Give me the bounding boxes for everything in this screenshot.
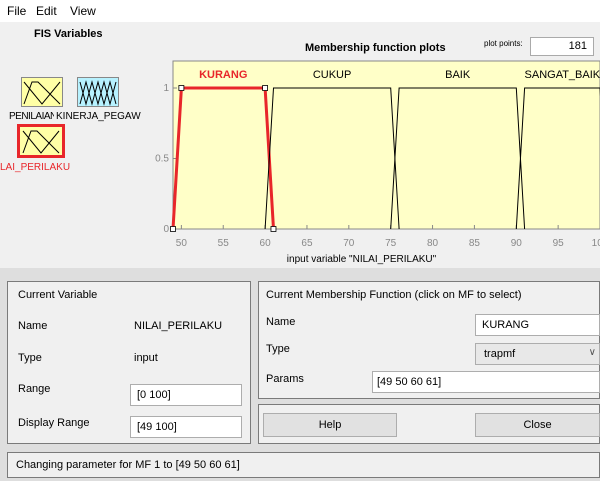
current-variable-header: Current Variable	[18, 289, 98, 301]
x-tick-label: 55	[218, 238, 230, 249]
plot-background	[172, 60, 600, 230]
mf-name-label: Name	[266, 316, 296, 328]
mf-label-baik: BAIK	[445, 69, 471, 81]
y-tick-label: 0.5	[155, 154, 169, 165]
range-label: Range	[18, 383, 51, 395]
x-tick-label: 95	[553, 238, 565, 249]
help-button[interactable]: Help	[263, 413, 397, 437]
variable-type-label: Type	[18, 352, 42, 364]
mf-label-kurang: KURANG	[199, 69, 247, 81]
y-tick-label: 1	[163, 83, 169, 94]
mf-control-point	[270, 226, 277, 232]
close-button[interactable]: Close	[475, 413, 600, 437]
mf-label-cukup: CUKUP	[313, 69, 352, 81]
variable-type-value: input	[134, 352, 158, 364]
x-tick-label: 85	[469, 238, 481, 249]
chevron-down-icon: ∨	[588, 347, 596, 358]
x-axis-label: input variable "NILAI_PERILAKU"	[287, 254, 437, 265]
mf-type-value: trapmf	[484, 348, 516, 360]
mf-name-input[interactable]: KURANG	[475, 314, 600, 336]
mf-label-sangat_baik: SANGAT_BAIK	[525, 69, 600, 81]
variable-name-value: NILAI_PERILAKU	[134, 320, 223, 332]
x-tick-label: 100	[592, 238, 600, 249]
current-mf-header: Current Membership Function (click on MF…	[266, 289, 522, 301]
mf-params-input[interactable]: [49 50 60 61]	[372, 371, 600, 393]
y-tick-label: 0	[163, 224, 169, 235]
x-tick-label: 90	[511, 238, 523, 249]
x-tick-label: 50	[176, 238, 188, 249]
membership-function-plot[interactable]: 0 0.5 1 50 55 60 65 70 75 80 85 90 95 100 input variab…	[0, 0, 600, 270]
display-range-label: Display Range	[18, 417, 90, 429]
mf-type-dropdown[interactable]: trapmf ∨	[475, 343, 600, 365]
x-tick-label: 70	[343, 238, 355, 249]
mf-type-label: Type	[266, 343, 290, 355]
mf-control-point	[170, 226, 176, 232]
mf-params-label: Params	[266, 373, 304, 385]
status-bar: Changing parameter for MF 1 to [49 50 60…	[7, 452, 600, 478]
variable-name-label: Name	[18, 320, 48, 332]
mf-control-point	[262, 85, 268, 91]
x-tick-label: 80	[427, 238, 439, 249]
range-input[interactable]: [0 100]	[130, 384, 242, 406]
mf-control-point	[178, 85, 185, 91]
x-tick-label: 75	[385, 238, 397, 249]
display-range-input[interactable]: [49 100]	[130, 416, 242, 438]
x-tick-label: 60	[260, 238, 272, 249]
x-tick-label: 65	[301, 238, 313, 249]
